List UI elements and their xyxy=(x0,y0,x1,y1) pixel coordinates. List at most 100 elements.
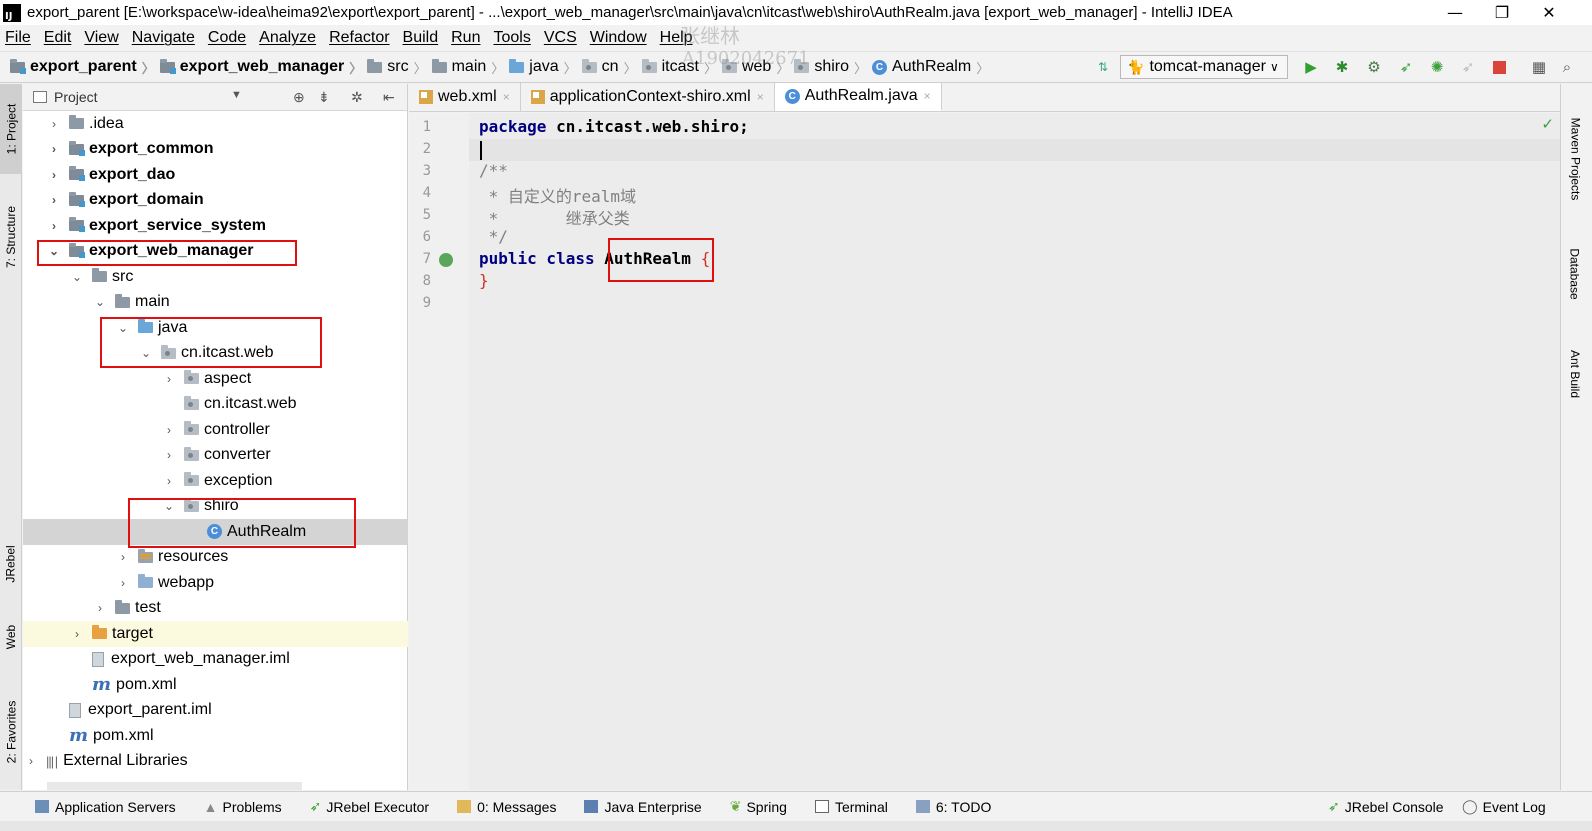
tree-item-src[interactable]: ⌄ src xyxy=(23,264,408,290)
tool-messages[interactable]: 0: Messages xyxy=(457,799,556,815)
tree-item-webapp[interactable]: › webapp xyxy=(23,570,408,596)
minimize-button[interactable]: — xyxy=(1432,0,1478,25)
tab-database[interactable]: Database xyxy=(1565,234,1585,314)
locate-icon[interactable]: ⊕ xyxy=(293,89,305,106)
collapse-icon[interactable]: ⇟ xyxy=(318,89,330,106)
chevron-right-icon[interactable]: › xyxy=(116,576,130,590)
tool-java-enterprise[interactable]: Java Enterprise xyxy=(584,799,702,815)
horizontal-scrollbar[interactable] xyxy=(47,782,302,790)
breadcrumb-authrealm[interactable]: C AuthRealm 〉 xyxy=(872,58,994,77)
menu-window[interactable]: Window xyxy=(590,29,647,47)
jrebel-update-icon[interactable]: ➶ xyxy=(1459,58,1477,76)
tree-item-converter[interactable]: › converter xyxy=(23,443,408,469)
chevron-right-icon[interactable]: › xyxy=(47,219,61,233)
hide-icon[interactable]: ⇤ xyxy=(383,89,395,106)
menu-code[interactable]: Code xyxy=(208,29,246,47)
tree-item-export-domain[interactable]: › export_domain xyxy=(23,188,408,214)
chevron-right-icon[interactable]: › xyxy=(93,601,107,615)
chevron-right-icon[interactable]: › xyxy=(70,627,84,641)
tree-item-resources[interactable]: › resources xyxy=(23,545,408,571)
tree-item-aspect[interactable]: › aspect xyxy=(23,366,408,392)
code-editor[interactable]: 1 2 3 4 5 6 7 8 9 package cn.itcast.web.… xyxy=(409,113,1560,790)
gear-icon[interactable]: ✲ xyxy=(351,89,363,106)
tree-item-export-parent-iml[interactable]: export_parent.iml xyxy=(23,698,408,724)
close-icon[interactable]: × xyxy=(503,90,510,104)
tool-terminal[interactable]: Terminal xyxy=(814,799,888,815)
tree-item-external-libraries[interactable]: › ||| | External Libraries xyxy=(23,749,408,775)
menu-vcs[interactable]: VCS xyxy=(544,29,577,47)
chevron-right-icon[interactable]: › xyxy=(162,448,176,462)
close-icon[interactable]: × xyxy=(924,89,931,103)
menu-navigate[interactable]: Navigate xyxy=(132,29,195,47)
sort-icon[interactable]: ⇅ xyxy=(1094,58,1112,76)
tab-ant-build[interactable]: Ant Build xyxy=(1565,334,1585,414)
tab-applicationcontext-shiro-xml[interactable]: applicationContext-shiro.xml × xyxy=(521,83,775,111)
menu-view[interactable]: View xyxy=(84,29,118,47)
breadcrumb-export-web-manager[interactable]: export_web_manager 〉 xyxy=(159,58,368,77)
jrebel-run-icon[interactable]: ➶ xyxy=(1397,58,1415,76)
tool-event-log[interactable]: ◯ Event Log xyxy=(1462,798,1546,815)
run-icon[interactable]: ▶ xyxy=(1302,58,1320,76)
menu-edit[interactable]: Edit xyxy=(44,29,72,47)
chevron-right-icon[interactable]: › xyxy=(162,474,176,488)
tab-web[interactable]: Web xyxy=(0,609,22,664)
tool-application-servers[interactable]: Application Servers xyxy=(35,799,176,815)
menu-file[interactable]: File xyxy=(5,29,31,47)
menu-run[interactable]: Run xyxy=(451,29,480,47)
tree-item-cn-itcast-web[interactable]: cn.itcast.web xyxy=(23,392,408,418)
spring-bean-icon[interactable] xyxy=(439,253,453,267)
chevron-right-icon[interactable]: › xyxy=(47,117,61,131)
close-icon[interactable]: × xyxy=(757,90,764,104)
close-button[interactable]: ✕ xyxy=(1526,0,1572,25)
tab-project[interactable]: 1: Project xyxy=(0,84,22,174)
search-icon[interactable]: ⌕ xyxy=(1558,58,1576,76)
tool-jrebel-console[interactable]: ➶ JRebel Console xyxy=(1328,798,1444,815)
tree-item-pom-xml[interactable]: m pom.xml xyxy=(23,672,408,698)
coverage-icon[interactable]: ⚙ xyxy=(1365,58,1383,76)
chevron-right-icon[interactable]: › xyxy=(47,168,61,182)
tool-todo[interactable]: 6: TODO xyxy=(915,799,991,815)
tree-item-export-dao[interactable]: › export_dao xyxy=(23,162,408,188)
tree-item-idea[interactable]: › .idea xyxy=(23,111,408,137)
tab-maven-projects[interactable]: Maven Projects xyxy=(1565,104,1585,214)
chevron-down-icon[interactable]: ▼ xyxy=(231,89,242,101)
debug-icon[interactable]: ✱ xyxy=(1333,58,1351,76)
menu-tools[interactable]: Tools xyxy=(493,29,530,47)
tree-item-exception[interactable]: › exception xyxy=(23,468,408,494)
breadcrumb-export-parent[interactable]: export_parent 〉 xyxy=(10,58,160,77)
tree-item-export-common[interactable]: › export_common xyxy=(23,137,408,163)
stop-icon[interactable] xyxy=(1490,58,1508,76)
chevron-down-icon[interactable]: ⌄ xyxy=(70,270,84,284)
restore-button[interactable]: ❐ xyxy=(1479,0,1525,25)
menu-build[interactable]: Build xyxy=(403,29,439,47)
chevron-right-icon[interactable]: › xyxy=(24,754,38,768)
tab-structure[interactable]: 7: Structure xyxy=(0,189,22,284)
tree-item-target[interactable]: › target xyxy=(23,621,408,647)
tool-spring[interactable]: ❦ Spring xyxy=(730,798,787,815)
tree-item-pom-xml[interactable]: m pom.xml xyxy=(23,723,408,749)
run-configuration-select[interactable]: 🐈 tomcat-manager ∨ xyxy=(1120,55,1288,79)
breadcrumb-java[interactable]: java 〉 xyxy=(509,58,581,77)
tab-favorites[interactable]: 2: Favorites xyxy=(0,684,22,779)
chevron-right-icon[interactable]: › xyxy=(116,550,130,564)
chevron-right-icon[interactable]: › xyxy=(47,193,61,207)
tree-item-export-service-system[interactable]: › export_service_system xyxy=(23,213,408,239)
tool-problems[interactable]: ▲ Problems xyxy=(204,799,282,815)
breadcrumb-main[interactable]: main 〉 xyxy=(431,58,510,77)
tab-authrealm-java[interactable]: C AuthRealm.java × xyxy=(774,83,942,111)
breadcrumb-cn[interactable]: cn 〉 xyxy=(581,58,642,77)
tree-item-main[interactable]: ⌄ main xyxy=(23,290,408,316)
tool-jrebel-executor[interactable]: ➶ JRebel Executor xyxy=(310,798,429,815)
jrebel-debug-icon[interactable]: ✺ xyxy=(1428,58,1446,76)
breadcrumb-src[interactable]: src 〉 xyxy=(367,58,431,77)
chevron-right-icon[interactable]: › xyxy=(47,142,61,156)
project-view-select[interactable]: Project xyxy=(54,89,98,105)
tab-jrebel[interactable]: JRebel xyxy=(0,529,22,599)
menu-analyze[interactable]: Analyze xyxy=(259,29,316,47)
project-structure-icon[interactable]: ▦ xyxy=(1530,58,1548,76)
chevron-right-icon[interactable]: › xyxy=(162,423,176,437)
tree-item-test[interactable]: › test xyxy=(23,596,408,622)
menu-refactor[interactable]: Refactor xyxy=(329,29,389,47)
tab-web-xml[interactable]: web.xml × xyxy=(409,83,521,111)
tree-item-export-web-manager-iml[interactable]: export_web_manager.iml xyxy=(23,647,408,673)
